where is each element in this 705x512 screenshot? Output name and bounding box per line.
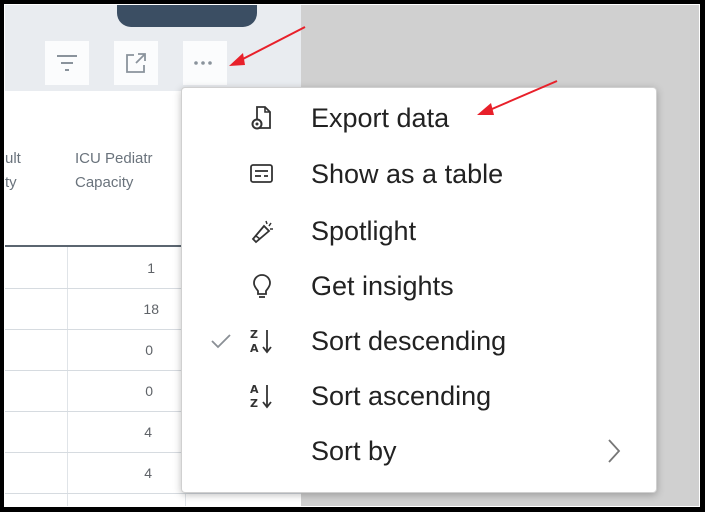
menu-item-sort-descending[interactable]: Z A Sort descending	[182, 315, 656, 367]
table-cell: 0	[145, 342, 153, 358]
column-header-icu-pediatric-capacity[interactable]: ICU Pediatr Capacity	[75, 147, 153, 195]
chevron-right-icon	[602, 425, 626, 477]
menu-item-label: Show as a table	[311, 159, 504, 189]
menu-item-get-insights[interactable]: Get insights	[182, 260, 656, 312]
menu-item-show-as-table[interactable]: Show as a table	[182, 148, 656, 200]
table-cell: 4	[144, 424, 152, 440]
menu-item-sort-ascending[interactable]: A Z Sort ascending	[182, 370, 656, 422]
table-view-icon	[246, 148, 278, 200]
spotlight-icon	[246, 205, 278, 257]
export-data-icon	[246, 92, 278, 144]
svg-text:Z: Z	[250, 328, 258, 341]
lightbulb-icon	[246, 260, 278, 312]
menu-item-label: Export data	[311, 103, 450, 133]
table-cell: 18	[143, 301, 159, 317]
table-cell: 1	[147, 260, 155, 276]
column-header-adult-capacity[interactable]: ult ty	[5, 147, 21, 195]
table-cell: 0	[145, 383, 153, 399]
focus-mode-icon	[126, 53, 146, 73]
svg-text:Z: Z	[250, 397, 258, 410]
menu-item-label: Spotlight	[311, 216, 417, 246]
filter-icon	[57, 55, 77, 71]
more-options-button[interactable]	[183, 41, 227, 85]
more-options-icon	[194, 61, 212, 65]
sort-ascending-icon: A Z	[246, 370, 278, 422]
menu-item-label: Sort descending	[311, 326, 507, 356]
screenshot-frame: ult ty ICU Pediatr Capacity 1 18 0 0 4 4	[4, 4, 700, 507]
menu-item-label: Sort ascending	[311, 381, 492, 411]
menu-item-label: Sort by	[311, 436, 397, 466]
table-cell: 4	[144, 465, 152, 481]
filter-button[interactable]	[45, 41, 89, 85]
svg-text:A: A	[250, 342, 259, 355]
svg-text:A: A	[250, 383, 259, 396]
focus-mode-button[interactable]	[114, 41, 158, 85]
menu-item-spotlight[interactable]: Spotlight	[182, 205, 656, 257]
menu-item-label: Get insights	[311, 271, 454, 301]
visual-tab	[117, 5, 257, 27]
sort-descending-icon: Z A	[246, 315, 278, 367]
checkmark-icon	[208, 315, 234, 367]
menu-item-export-data[interactable]: Export data	[182, 92, 656, 144]
menu-item-sort-by[interactable]: Sort by	[182, 425, 656, 477]
row-divider	[5, 493, 301, 494]
more-options-menu: Export data Show as a table Spotlight Ge…	[181, 87, 657, 493]
report-canvas: ult ty ICU Pediatr Capacity 1 18 0 0 4 4	[5, 5, 699, 506]
